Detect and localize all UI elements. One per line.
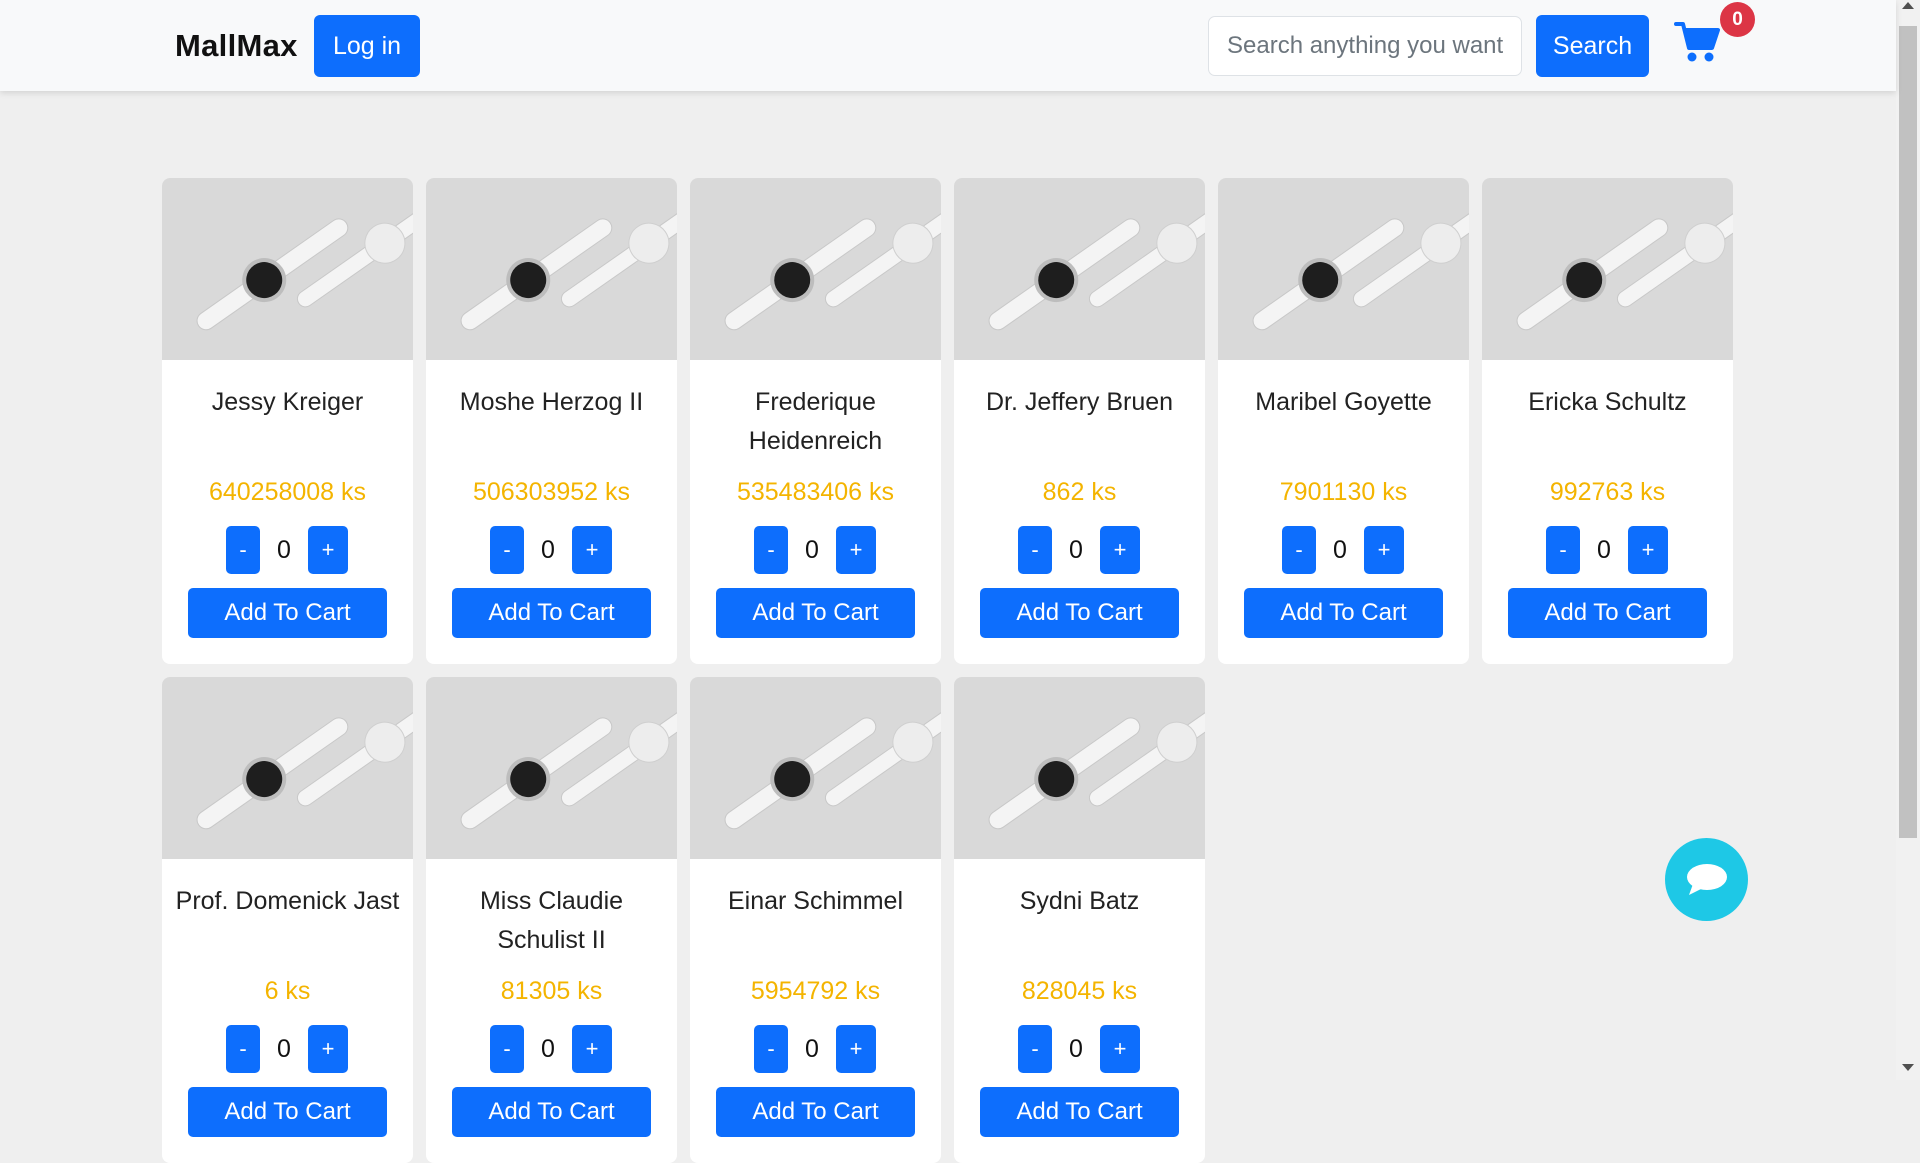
product-name: Frederique Heidenreich <box>748 388 883 455</box>
decrease-quantity-button[interactable]: - <box>754 1025 788 1073</box>
chat-button[interactable] <box>1665 838 1748 921</box>
increase-quantity-button[interactable]: + <box>836 526 876 574</box>
quantity-value: 0 <box>1333 535 1347 564</box>
smartwatch-product-image[interactable] <box>162 178 413 360</box>
add-to-cart-button[interactable]: Add To Cart <box>716 588 915 638</box>
product-price: 862 ks <box>1042 478 1117 506</box>
smartwatch-product-image[interactable] <box>1218 178 1469 360</box>
product-price: 828045 ks <box>1021 977 1138 1005</box>
decrease-quantity-button[interactable]: - <box>490 526 524 574</box>
product-name: Sydni Batz <box>1019 887 1140 915</box>
scroll-up-arrow-icon[interactable] <box>1902 2 1914 9</box>
increase-quantity-button[interactable]: + <box>308 526 348 574</box>
shopping-cart-icon[interactable] <box>1674 20 1720 64</box>
add-to-cart-button[interactable]: Add To Cart <box>452 1087 651 1137</box>
decrease-quantity-button[interactable]: - <box>226 1025 260 1073</box>
product-card: Jessy Kreiger 640258008 ks - 0 + Add To … <box>162 178 413 664</box>
add-to-cart-button[interactable]: Add To Cart <box>980 1087 1179 1137</box>
add-to-cart-button[interactable]: Add To Cart <box>452 588 651 638</box>
smartwatch-product-image[interactable] <box>426 677 677 859</box>
increase-quantity-button[interactable]: + <box>308 1025 348 1073</box>
quantity-value: 0 <box>277 535 291 564</box>
smartwatch-product-image[interactable] <box>954 178 1205 360</box>
product-name: Maribel Goyette <box>1255 388 1432 416</box>
product-card: Prof. Domenick Jast 6 ks - 0 + Add To Ca… <box>162 677 413 1163</box>
increase-quantity-button[interactable]: + <box>1100 1025 1140 1073</box>
increase-quantity-button[interactable]: + <box>572 1025 612 1073</box>
quantity-value: 0 <box>541 535 555 564</box>
top-navbar: MallMax Log in Search 0 <box>0 0 1896 91</box>
decrease-quantity-button[interactable]: - <box>1282 526 1316 574</box>
smartwatch-product-image[interactable] <box>690 677 941 859</box>
quantity-value: 0 <box>805 1034 819 1063</box>
add-to-cart-button[interactable]: Add To Cart <box>1508 588 1707 638</box>
search-input[interactable] <box>1208 16 1522 76</box>
increase-quantity-button[interactable]: + <box>1100 526 1140 574</box>
smartwatch-product-image[interactable] <box>954 677 1205 859</box>
product-price: 81305 ks <box>500 977 603 1005</box>
decrease-quantity-button[interactable]: - <box>226 526 260 574</box>
product-name: Miss Claudie Schulist II <box>479 887 624 954</box>
product-name: Ericka Schultz <box>1528 388 1687 416</box>
search-button[interactable]: Search <box>1536 15 1649 77</box>
quantity-value: 0 <box>1597 535 1611 564</box>
product-price: 6 ks <box>264 977 311 1005</box>
product-card: Einar Schimmel 5954792 ks - 0 + Add To C… <box>690 677 941 1163</box>
add-to-cart-button[interactable]: Add To Cart <box>188 588 387 638</box>
quantity-value: 0 <box>1069 1034 1083 1063</box>
product-price: 992763 ks <box>1549 478 1666 506</box>
product-card: Miss Claudie Schulist II 81305 ks - 0 + … <box>426 677 677 1163</box>
smartwatch-product-image[interactable] <box>426 178 677 360</box>
decrease-quantity-button[interactable]: - <box>1018 1025 1052 1073</box>
product-name: Prof. Domenick Jast <box>175 887 400 915</box>
decrease-quantity-button[interactable]: - <box>1018 526 1052 574</box>
decrease-quantity-button[interactable]: - <box>1546 526 1580 574</box>
scroll-down-arrow-icon[interactable] <box>1902 1064 1914 1071</box>
product-price: 640258008 ks <box>208 478 367 506</box>
decrease-quantity-button[interactable]: - <box>490 1025 524 1073</box>
product-name: Einar Schimmel <box>727 887 904 915</box>
product-card: Maribel Goyette 7901130 ks - 0 + Add To … <box>1218 178 1469 664</box>
cart-count-badge: 0 <box>1720 2 1755 37</box>
quantity-value: 0 <box>541 1034 555 1063</box>
product-card: Moshe Herzog II 506303952 ks - 0 + Add T… <box>426 178 677 664</box>
product-card: Frederique Heidenreich 535483406 ks - 0 … <box>690 178 941 664</box>
smartwatch-product-image[interactable] <box>1482 178 1733 360</box>
increase-quantity-button[interactable]: + <box>1364 526 1404 574</box>
smartwatch-product-image[interactable] <box>690 178 941 360</box>
product-name: Jessy Kreiger <box>211 388 364 416</box>
add-to-cart-button[interactable]: Add To Cart <box>188 1087 387 1137</box>
brand-logo[interactable]: MallMax <box>175 28 298 64</box>
product-price: 535483406 ks <box>736 478 895 506</box>
product-card: Sydni Batz 828045 ks - 0 + Add To Cart <box>954 677 1205 1163</box>
product-card: Dr. Jeffery Bruen 862 ks - 0 + Add To Ca… <box>954 178 1205 664</box>
product-name: Moshe Herzog II <box>459 388 644 416</box>
chat-bubble-icon <box>1686 863 1727 895</box>
increase-quantity-button[interactable]: + <box>836 1025 876 1073</box>
quantity-value: 0 <box>1069 535 1083 564</box>
product-name: Dr. Jeffery Bruen <box>985 388 1174 416</box>
product-card: Ericka Schultz 992763 ks - 0 + Add To Ca… <box>1482 178 1733 664</box>
quantity-value: 0 <box>277 1034 291 1063</box>
increase-quantity-button[interactable]: + <box>572 526 612 574</box>
product-price: 506303952 ks <box>472 478 631 506</box>
add-to-cart-button[interactable]: Add To Cart <box>716 1087 915 1137</box>
decrease-quantity-button[interactable]: - <box>754 526 788 574</box>
product-price: 7901130 ks <box>1279 478 1408 506</box>
smartwatch-product-image[interactable] <box>162 677 413 859</box>
increase-quantity-button[interactable]: + <box>1628 526 1668 574</box>
add-to-cart-button[interactable]: Add To Cart <box>1244 588 1443 638</box>
login-button[interactable]: Log in <box>314 15 420 77</box>
product-price: 5954792 ks <box>750 977 881 1005</box>
quantity-value: 0 <box>805 535 819 564</box>
add-to-cart-button[interactable]: Add To Cart <box>980 588 1179 638</box>
scrollbar-thumb[interactable] <box>1899 26 1917 838</box>
